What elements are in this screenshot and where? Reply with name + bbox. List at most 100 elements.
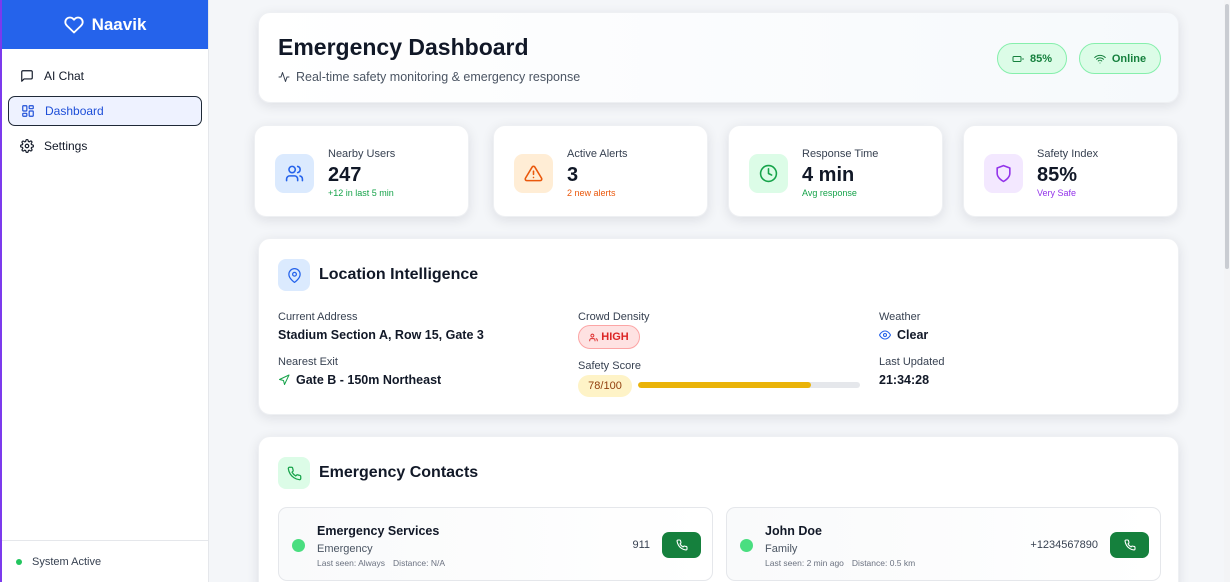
sidebar-item-label: Dashboard xyxy=(45,104,104,118)
sidebar-item-ai-chat[interactable]: AI Chat xyxy=(8,61,202,91)
contact-last-seen: Last seen: 2 min ago xyxy=(765,558,844,568)
contact-meta: Last seen: 2 min ago Distance: 0.5 km xyxy=(765,558,915,568)
emergency-contacts-card: Emergency Contacts Emergency Services Em… xyxy=(258,436,1179,582)
heart-icon xyxy=(64,16,84,33)
users-icon xyxy=(275,154,314,193)
contact-card[interactable]: John Doe Family Last seen: 2 min ago Dis… xyxy=(726,507,1161,581)
status-dot xyxy=(16,558,22,565)
wifi-icon xyxy=(1094,54,1106,63)
brand-logo[interactable]: Naavik xyxy=(2,0,208,49)
stat-value: 247 xyxy=(328,164,362,186)
contact-last-seen: Last seen: Always xyxy=(317,558,386,568)
clock-icon xyxy=(749,154,788,193)
stat-card-response-time: Response Time 4 min Avg response xyxy=(728,125,943,217)
gear-icon xyxy=(20,139,34,153)
contact-phone: 911 xyxy=(632,539,650,551)
section-title: Location Intelligence xyxy=(319,266,479,283)
subtitle-text: Real-time safety monitoring & emergency … xyxy=(296,70,581,84)
contact-card[interactable]: Emergency Services Emergency Last seen: … xyxy=(278,507,713,581)
stat-card-nearby-users: Nearby Users 247 +12 in last 5 min xyxy=(254,125,469,217)
system-status-text: System Active xyxy=(32,555,102,568)
last-updated-label: Last Updated xyxy=(879,356,945,368)
stat-value: 3 xyxy=(567,164,579,186)
last-updated: 21:34:28 xyxy=(879,373,929,387)
current-address-value: Stadium Section A, Row 15, Gate 3 xyxy=(278,328,484,342)
navigation-icon xyxy=(279,374,290,385)
safety-score-bar-fill xyxy=(638,382,812,388)
phone-icon xyxy=(278,457,310,489)
battery-badge: 85% xyxy=(997,43,1067,74)
brand-name: Naavik xyxy=(91,14,147,34)
alert-triangle-icon xyxy=(514,154,553,193)
sidebar-nav: AI Chat Dashboard Settings xyxy=(2,49,208,161)
stat-card-active-alerts: Active Alerts 3 2 new alerts xyxy=(493,125,708,217)
nearest-exit-value: Gate B - 150m Northeast xyxy=(296,373,442,387)
weather-value: Clear xyxy=(897,328,929,342)
stat-sub: +12 in last 5 min xyxy=(328,188,394,198)
contact-meta: Last seen: Always Distance: N/A xyxy=(317,558,445,568)
system-status: System Active xyxy=(2,540,208,582)
section-title: Emergency Contacts xyxy=(319,464,479,481)
safety-score-badge: 78/100 xyxy=(578,375,632,397)
online-status-dot xyxy=(292,539,305,552)
connection-status: Online xyxy=(1111,52,1147,65)
stat-card-safety-index: Safety Index 85% Very Safe xyxy=(963,125,1178,217)
location-intelligence-card: Location Intelligence Current Address St… xyxy=(258,238,1179,415)
nearest-exit: Gate B - 150m Northeast xyxy=(278,373,441,387)
safety-score-label: Safety Score xyxy=(578,360,641,372)
stat-value: 4 min xyxy=(802,164,855,186)
stat-sub: 2 new alerts xyxy=(567,188,616,198)
scrollbar-thumb[interactable] xyxy=(1225,4,1229,269)
stat-value: 85% xyxy=(1037,164,1078,186)
eye-icon xyxy=(879,330,891,340)
stat-label: Active Alerts xyxy=(567,148,628,160)
main-content: Emergency Dashboard Real-time safety mon… xyxy=(209,0,1230,582)
connection-badge: Online xyxy=(1079,43,1161,74)
stat-label: Response Time xyxy=(802,148,879,160)
section-header: Location Intelligence xyxy=(278,259,478,291)
call-button[interactable] xyxy=(662,532,701,558)
dashboard-header: Emergency Dashboard Real-time safety mon… xyxy=(258,12,1179,103)
scrollbar[interactable] xyxy=(1224,0,1230,582)
crowd-density-badge: HIGH xyxy=(578,325,640,349)
battery-icon xyxy=(1012,55,1024,62)
battery-level: 85% xyxy=(1029,52,1053,65)
dashboard-icon xyxy=(22,105,34,117)
weather-label: Weather xyxy=(879,311,921,323)
stat-sub: Very Safe xyxy=(1037,188,1077,198)
last-updated-value: 21:34:28 xyxy=(879,373,930,387)
contact-name: Emergency Services xyxy=(317,524,440,538)
contact-type: Family xyxy=(765,543,798,555)
map-pin-icon xyxy=(278,259,310,291)
phone-icon xyxy=(1124,539,1136,551)
users-icon xyxy=(589,333,598,341)
sidebar: Naavik AI Chat Dashboard Settings System… xyxy=(0,0,209,582)
stat-label: Nearby Users xyxy=(328,148,396,160)
nearest-exit-label: Nearest Exit xyxy=(278,356,338,368)
contact-type: Emergency xyxy=(317,543,373,555)
weather: Clear xyxy=(879,328,928,342)
contact-distance: Distance: N/A xyxy=(393,558,446,568)
contact-distance: Distance: 0.5 km xyxy=(851,558,916,568)
sidebar-item-settings[interactable]: Settings xyxy=(8,131,202,161)
online-status-dot xyxy=(740,539,753,552)
sidebar-item-label: Settings xyxy=(44,139,88,153)
sidebar-item-label: AI Chat xyxy=(44,69,85,83)
shield-icon xyxy=(984,154,1023,193)
safety-score-bar xyxy=(638,382,860,388)
call-button[interactable] xyxy=(1110,532,1149,558)
chat-icon xyxy=(21,70,33,82)
contact-phone: +1234567890 xyxy=(1030,539,1098,551)
current-address-label: Current Address xyxy=(278,311,358,323)
contact-name: John Doe xyxy=(765,524,822,538)
section-header: Emergency Contacts xyxy=(278,457,478,489)
stat-label: Safety Index xyxy=(1037,148,1099,160)
page-title: Emergency Dashboard xyxy=(278,34,529,60)
current-address: Stadium Section A, Row 15, Gate 3 xyxy=(278,328,484,342)
stat-sub: Avg response xyxy=(802,188,857,198)
page-subtitle: Real-time safety monitoring & emergency … xyxy=(278,70,580,84)
phone-icon xyxy=(676,539,688,551)
activity-icon xyxy=(278,72,290,82)
sidebar-item-dashboard[interactable]: Dashboard xyxy=(8,96,202,126)
crowd-density-label: Crowd Density xyxy=(578,311,650,323)
